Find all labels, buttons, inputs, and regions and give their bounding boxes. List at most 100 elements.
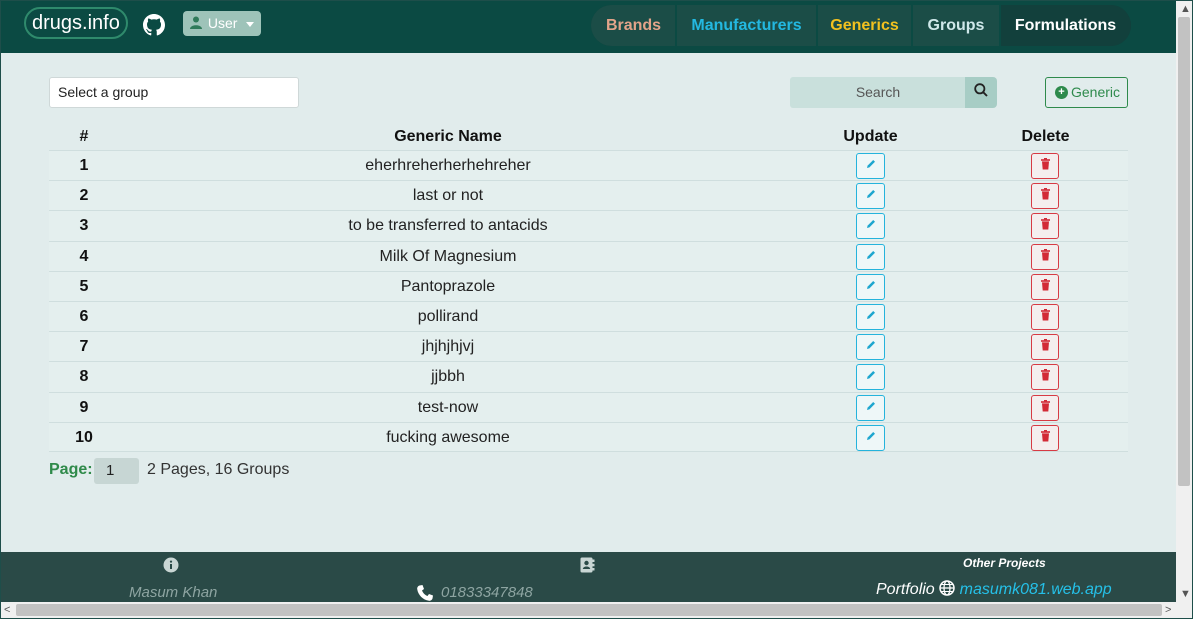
horizontal-scrollbar-thumb[interactable] xyxy=(16,604,1162,616)
trash-icon xyxy=(1040,308,1051,326)
trash-icon xyxy=(1040,187,1051,205)
trash-icon xyxy=(1040,248,1051,266)
edit-button[interactable] xyxy=(856,303,885,330)
row-number: 9 xyxy=(79,398,89,416)
trash-icon xyxy=(1040,338,1051,356)
generic-name: jjbbh xyxy=(431,368,465,386)
nav-generics[interactable]: Generics xyxy=(817,5,912,46)
generic-name: fucking awesome xyxy=(386,428,510,446)
pencil-icon xyxy=(865,429,877,447)
edit-button[interactable] xyxy=(856,183,885,210)
scroll-up-arrow-icon[interactable]: ▲ xyxy=(1180,3,1191,15)
table-row: 8 jjbbh xyxy=(49,361,1128,392)
edit-button[interactable] xyxy=(856,394,885,421)
nav-divider xyxy=(816,5,818,46)
column-header-number: # xyxy=(79,128,89,145)
delete-button[interactable] xyxy=(1031,364,1059,391)
page-number-input[interactable]: 1 xyxy=(94,458,139,484)
github-icon[interactable] xyxy=(143,14,165,36)
add-generic-button[interactable]: + Generic xyxy=(1045,77,1128,108)
vertical-scrollbar-thumb[interactable] xyxy=(1178,17,1190,486)
plus-circle-icon: + xyxy=(1055,85,1068,99)
edit-button[interactable] xyxy=(856,424,885,451)
nav-brands[interactable]: Brands xyxy=(591,5,676,46)
pencil-icon xyxy=(865,217,877,235)
edit-button[interactable] xyxy=(856,273,885,300)
row-number: 3 xyxy=(79,217,89,235)
nav-divider xyxy=(911,5,913,46)
delete-button[interactable] xyxy=(1031,183,1059,210)
generic-name: Pantoprazole xyxy=(400,277,496,295)
pencil-icon xyxy=(865,278,877,296)
trash-icon xyxy=(1040,217,1051,235)
delete-button[interactable] xyxy=(1031,424,1059,451)
delete-button[interactable] xyxy=(1031,153,1059,179)
add-generic-label: Generic xyxy=(1071,84,1121,100)
column-header-delete: Delete xyxy=(1021,128,1070,145)
row-number: 7 xyxy=(79,338,89,356)
table-row: 9 test-now xyxy=(49,391,1128,422)
globe-icon xyxy=(939,580,955,601)
row-number: 6 xyxy=(79,307,89,325)
search-icon xyxy=(974,83,988,102)
table-row: 2 last or not xyxy=(49,180,1128,211)
nav-groups[interactable]: Groups xyxy=(912,5,1000,46)
delete-button[interactable] xyxy=(1031,213,1059,240)
generic-name: pollirand xyxy=(417,307,479,325)
pencil-icon xyxy=(865,308,877,326)
pencil-icon xyxy=(865,399,877,417)
footer-phone[interactable]: 01833347848 xyxy=(441,584,533,601)
delete-button[interactable] xyxy=(1031,394,1059,421)
user-label: User xyxy=(207,15,238,31)
address-book-icon xyxy=(579,557,595,578)
search-input[interactable]: Search xyxy=(790,77,966,108)
generic-name: to be transferred to antacids xyxy=(348,217,548,235)
table-row: 10 fucking awesome xyxy=(49,421,1128,452)
scroll-down-arrow-icon[interactable]: ▼ xyxy=(1180,588,1191,600)
row-number: 1 xyxy=(79,157,89,174)
edit-button[interactable] xyxy=(856,334,885,361)
other-projects-heading: Other Projects xyxy=(963,556,1046,570)
nav-manufacturers[interactable]: Manufacturers xyxy=(676,5,817,46)
row-number: 8 xyxy=(79,368,89,386)
scroll-right-arrow-icon[interactable]: > xyxy=(1165,604,1171,616)
pagination-info: 2 Pages, 16 Groups xyxy=(147,461,290,478)
brand-logo[interactable]: drugs.info xyxy=(24,7,128,39)
pencil-icon xyxy=(865,248,877,266)
table-row: 3 to be transferred to antacids xyxy=(49,210,1128,241)
delete-button[interactable] xyxy=(1031,334,1059,361)
column-header-update: Update xyxy=(843,128,898,145)
nav-formulations[interactable]: Formulations xyxy=(1000,5,1131,46)
table-row: 6 pollirand xyxy=(49,300,1128,332)
edit-button[interactable] xyxy=(856,364,885,391)
info-icon xyxy=(163,557,179,578)
row-number: 5 xyxy=(79,277,89,295)
edit-button[interactable] xyxy=(856,153,885,179)
chevron-down-icon xyxy=(246,21,255,27)
user-dropdown-button[interactable]: User xyxy=(183,11,261,36)
trash-icon xyxy=(1040,368,1051,386)
user-icon xyxy=(190,12,202,37)
edit-button[interactable] xyxy=(856,213,885,240)
generic-name: jhjhjhjvj xyxy=(421,338,475,356)
table-row: 5 Pantoprazole xyxy=(49,270,1128,301)
portfolio-line: Portfolio masumk081.web.app xyxy=(876,580,1112,601)
portfolio-link[interactable]: masumk081.web.app xyxy=(960,581,1112,598)
trash-icon xyxy=(1040,399,1051,417)
generic-name: eherhreherherhehreher xyxy=(365,157,531,174)
scroll-left-arrow-icon[interactable]: < xyxy=(4,604,10,616)
delete-button[interactable] xyxy=(1031,273,1059,300)
edit-button[interactable] xyxy=(856,243,885,270)
generic-name: test-now xyxy=(417,398,479,416)
group-select[interactable]: Select a group xyxy=(49,77,299,108)
generic-name: Milk Of Magnesium xyxy=(379,247,517,265)
delete-button[interactable] xyxy=(1031,243,1059,270)
generic-name: last or not xyxy=(412,187,484,205)
column-header-generic-name: Generic Name xyxy=(394,128,502,145)
table-row: 7 jhjhjhjvj xyxy=(49,331,1128,362)
nav-divider xyxy=(999,5,1001,46)
search-button[interactable] xyxy=(965,77,997,108)
delete-button[interactable] xyxy=(1031,303,1059,330)
nav-divider xyxy=(675,5,677,46)
pencil-icon xyxy=(865,338,877,356)
